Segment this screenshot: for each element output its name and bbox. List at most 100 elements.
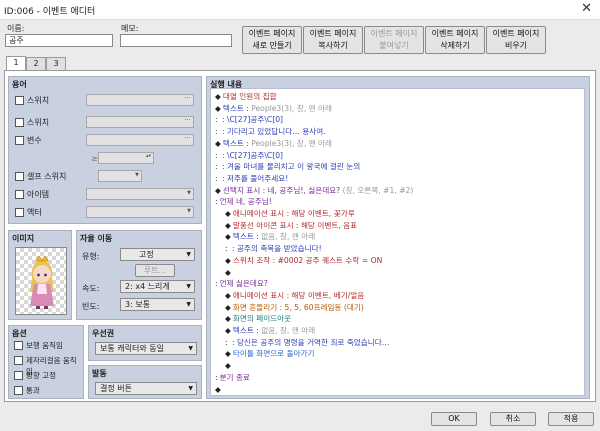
switch1-checkbox[interactable] xyxy=(15,96,24,105)
continuation-marker: : xyxy=(215,173,218,183)
switch2-checkbox[interactable] xyxy=(15,118,24,127)
chevron-down-icon: ▼ xyxy=(187,190,191,196)
variable-value-field[interactable]: ▴▾ xyxy=(98,152,154,164)
conditions-group: 용어 스위치 ··· 스위치 ··· 변수 ··· ≥ ▴▾ 셀프 스위치 ▼ … xyxy=(8,76,202,224)
switch2-field[interactable]: ··· xyxy=(86,116,194,128)
command-list[interactable]: ◆ 대열 인원의 집합 ◆ 텍스트 : People3(3), 창, 맨 아래: : … xyxy=(210,88,585,396)
apply-button[interactable]: 적용 xyxy=(548,412,594,426)
new-page-button[interactable]: 이벤트 페이지 새로 만들기 xyxy=(242,26,302,54)
diamond-icon: ◆ xyxy=(225,326,231,335)
freq-select[interactable]: 3: 보통 ▼ xyxy=(120,298,195,311)
item-checkbox[interactable] xyxy=(15,190,24,199)
diamond-icon: ◆ xyxy=(215,103,221,113)
command-text: 언제 싫은데요? xyxy=(219,279,268,289)
actor-checkbox[interactable] xyxy=(15,208,24,217)
copy-page-button[interactable]: 이벤트 페이지 복사하기 xyxy=(303,26,363,54)
event-image-picker[interactable] xyxy=(15,247,67,315)
cancel-button[interactable]: 취소 xyxy=(490,412,536,426)
command-line[interactable]: ◆ 애니메이션 표시 : 해당 이벤트, 베기/얼음 xyxy=(225,291,364,301)
title-bar: ID:006 - 이벤트 에디터 ✕ xyxy=(0,0,600,20)
command-line[interactable]: : : \C[27]공주\C[0] xyxy=(215,115,283,125)
command-line[interactable]: ◆ 대열 인원의 집합 xyxy=(215,92,277,102)
clear-page-button[interactable]: 이벤트 페이지 비우기 xyxy=(486,26,546,54)
variable-field[interactable]: ··· xyxy=(86,134,194,146)
speed-select[interactable]: 2: x4 느리게 ▼ xyxy=(120,280,195,293)
image-title: 이미지 xyxy=(12,234,35,243)
diamond-icon: ◆ xyxy=(225,290,231,300)
actor-select[interactable]: ▼ xyxy=(86,206,194,218)
walking-checkbox[interactable] xyxy=(14,341,23,350)
command-text: : 당신은 공주의 명령을 거역한 죄로 죽었습니다… xyxy=(229,337,390,347)
item-select[interactable]: ▼ xyxy=(86,188,194,200)
command-params: 없음, 창, 맨 아래 xyxy=(261,326,316,335)
command-line[interactable]: : : 당신은 공주의 명령을 거역한 죄로 죽었습니다… xyxy=(225,338,389,348)
self-switch-checkbox[interactable] xyxy=(15,172,24,181)
more-icon: ··· xyxy=(184,134,191,142)
chevron-down-icon: ▼ xyxy=(187,208,191,214)
command-line[interactable]: ◆ 스위치 조작 : #0002 공주 퀘스트 수락 = ON xyxy=(225,256,382,266)
name-input[interactable]: 공주 xyxy=(5,34,113,47)
command-line[interactable]: ◆ 텍스트 : 없음, 창, 맨 아래 xyxy=(225,232,315,242)
walking-label: 보행 움직임 xyxy=(26,341,63,350)
freq-label: 빈도: xyxy=(82,302,100,311)
paste-page-button[interactable]: 이벤트 페이지 붙여넣기 xyxy=(364,26,424,54)
command-line[interactable]: ◆ xyxy=(225,361,233,371)
tab-1[interactable]: 1 xyxy=(6,56,26,71)
command-line[interactable]: : 언제 싫은데요? xyxy=(215,279,268,289)
priority-title: 우선권 xyxy=(92,329,115,338)
self-switch-select[interactable]: ▼ xyxy=(98,170,142,182)
command-text: : 기다리고 있었답니다… 용사여. xyxy=(219,127,326,137)
command-line[interactable]: ◆ 텍스트 : 없음, 창, 맨 아래 xyxy=(225,326,315,336)
command-line[interactable]: ◆ xyxy=(215,385,223,395)
diamond-icon: ◆ xyxy=(225,361,231,371)
command-line[interactable]: ◆ 텍스트 : People3(3), 창, 맨 아래 xyxy=(215,139,332,149)
switch1-label: 스위치 xyxy=(27,96,50,105)
command-line[interactable]: : : 공주의 축복을 받았습니다! xyxy=(225,244,322,254)
ok-button[interactable]: OK xyxy=(431,412,477,426)
continuation-marker: : xyxy=(215,127,218,137)
command-text: 말풍선 아이콘 표시 : 해당 이벤트, 음표 xyxy=(232,220,358,230)
command-params: (창, 오른쪽, #1, #2) xyxy=(342,185,414,195)
through-checkbox[interactable] xyxy=(14,386,23,395)
command-line[interactable]: ◆ 화면 흔들리기 : 5, 5, 60프레임동 (대기) xyxy=(225,303,364,313)
trigger-select[interactable]: 결정 버튼 ▼ xyxy=(95,382,197,395)
through-label: 통과 xyxy=(26,386,40,395)
command-line[interactable]: ◆ 화면의 페이드아웃 xyxy=(225,314,291,324)
command-line[interactable]: : : 저주를 풀어주세요! xyxy=(215,174,288,184)
continuation-marker: : xyxy=(215,115,218,125)
tab-2[interactable]: 2 xyxy=(26,57,46,70)
command-line[interactable]: : 분기 종료 xyxy=(215,373,250,383)
memo-label: 메모: xyxy=(121,24,139,33)
command-line[interactable]: ◆ 애니메이션 표시 : 해당 이벤트, 꽃가루 xyxy=(225,209,355,219)
delete-page-button[interactable]: 이벤트 페이지 삭제하기 xyxy=(425,26,485,54)
command-line[interactable]: : 언제 네, 공주님! xyxy=(215,197,272,207)
diamond-icon: ◆ xyxy=(225,255,231,265)
command-line[interactable]: ◆ xyxy=(225,268,233,278)
variable-label: 변수 xyxy=(27,136,42,145)
command-line[interactable]: : : 기다리고 있었답니다… 용사여. xyxy=(215,127,326,137)
route-button[interactable]: 루트... xyxy=(135,264,175,277)
command-line[interactable]: ◆ 텍스트 : People3(3), 창, 맨 아래 xyxy=(215,104,332,114)
direction-fix-checkbox[interactable] xyxy=(14,371,23,380)
command-line[interactable]: ◆ 말풍선 아이콘 표시 : 해당 이벤트, 음표 xyxy=(225,221,357,231)
tab-3[interactable]: 3 xyxy=(46,57,66,70)
memo-input[interactable] xyxy=(120,34,232,47)
priority-select[interactable]: 보통 캐릭터와 동일 ▼ xyxy=(95,342,197,355)
chevron-down-icon: ▼ xyxy=(186,251,191,258)
more-icon: ··· xyxy=(184,94,191,102)
type-select[interactable]: 고정 ▼ xyxy=(120,248,195,261)
switch1-field[interactable]: ··· xyxy=(86,94,194,106)
command-text: 대열 인원의 집합 xyxy=(222,92,277,101)
command-line[interactable]: ◆ 선택지 표시 : 네, 공주님!, 싫은데요? (창, 오른쪽, #1, #2… xyxy=(215,186,413,196)
direction-fix-label: 방향 고정 xyxy=(26,371,56,380)
command-line[interactable]: : : \C[27]공주\C[0] xyxy=(215,151,283,161)
command-line[interactable]: : : 겨울 마녀를 물리치고 이 왕국에 걸린 눈의 xyxy=(215,162,360,172)
chevron-down-icon: ▼ xyxy=(186,283,191,290)
chevron-down-icon: ▼ xyxy=(186,301,191,308)
type-label: 유형: xyxy=(82,252,100,261)
command-line[interactable]: ◆ 타이틀 화면으로 돌아가기 xyxy=(225,349,315,359)
variable-checkbox[interactable] xyxy=(15,136,24,145)
options-title: 옵션 xyxy=(12,329,27,338)
close-icon[interactable]: ✕ xyxy=(581,1,592,16)
stepping-checkbox[interactable] xyxy=(14,356,23,365)
